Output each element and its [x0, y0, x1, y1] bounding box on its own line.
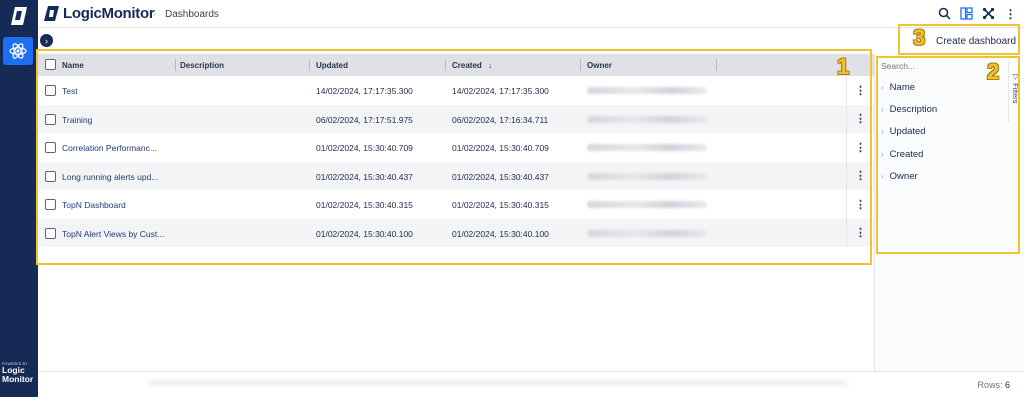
nav-item-dashboards[interactable] [3, 37, 33, 65]
left-nav: POWERED BY Logic Monitor [0, 0, 38, 397]
logo-text: LogicMonitor [63, 5, 155, 22]
chevron-right-icon: › [153, 9, 156, 19]
more-vertical-icon[interactable]: ⋮ [1003, 6, 1018, 21]
highlight-box-1 [36, 49, 872, 265]
powered-by-label: POWERED BY [2, 362, 28, 366]
row-count: Rows: 6 [977, 380, 1010, 390]
highlight-box-2 [876, 56, 1020, 254]
search-icon[interactable] [937, 6, 952, 21]
layout-icon[interactable] [959, 6, 974, 21]
annotation-3: 3 [913, 25, 926, 50]
annotation-1: 1 [837, 54, 850, 79]
top-icons: ⋮ [937, 6, 1018, 21]
create-dashboard-button[interactable]: Create dashboard [936, 36, 1016, 47]
footer-shadow [148, 380, 848, 386]
atom-icon [9, 43, 27, 59]
table-footer: Rows: 6 [38, 371, 1024, 397]
rows-count: 6 [1004, 380, 1010, 390]
brand-line-2: Monitor [2, 374, 34, 384]
top-bar: LogicMonitor › Dashboards ⋮ [38, 0, 1024, 28]
annotation-2: 2 [987, 59, 1000, 84]
logo-mark-icon [44, 6, 59, 21]
expand-sidebar-button[interactable]: › [40, 34, 53, 47]
logicmonitor-logo[interactable]: LogicMonitor [43, 5, 155, 22]
chevron-right-icon: › [45, 35, 48, 46]
breadcrumb[interactable]: Dashboards [165, 9, 219, 20]
apps-icon[interactable] [981, 6, 996, 21]
powered-by-brand: POWERED BY Logic Monitor [0, 362, 38, 384]
app-logo-icon[interactable] [7, 5, 31, 27]
rows-label: Rows: [977, 380, 1003, 390]
